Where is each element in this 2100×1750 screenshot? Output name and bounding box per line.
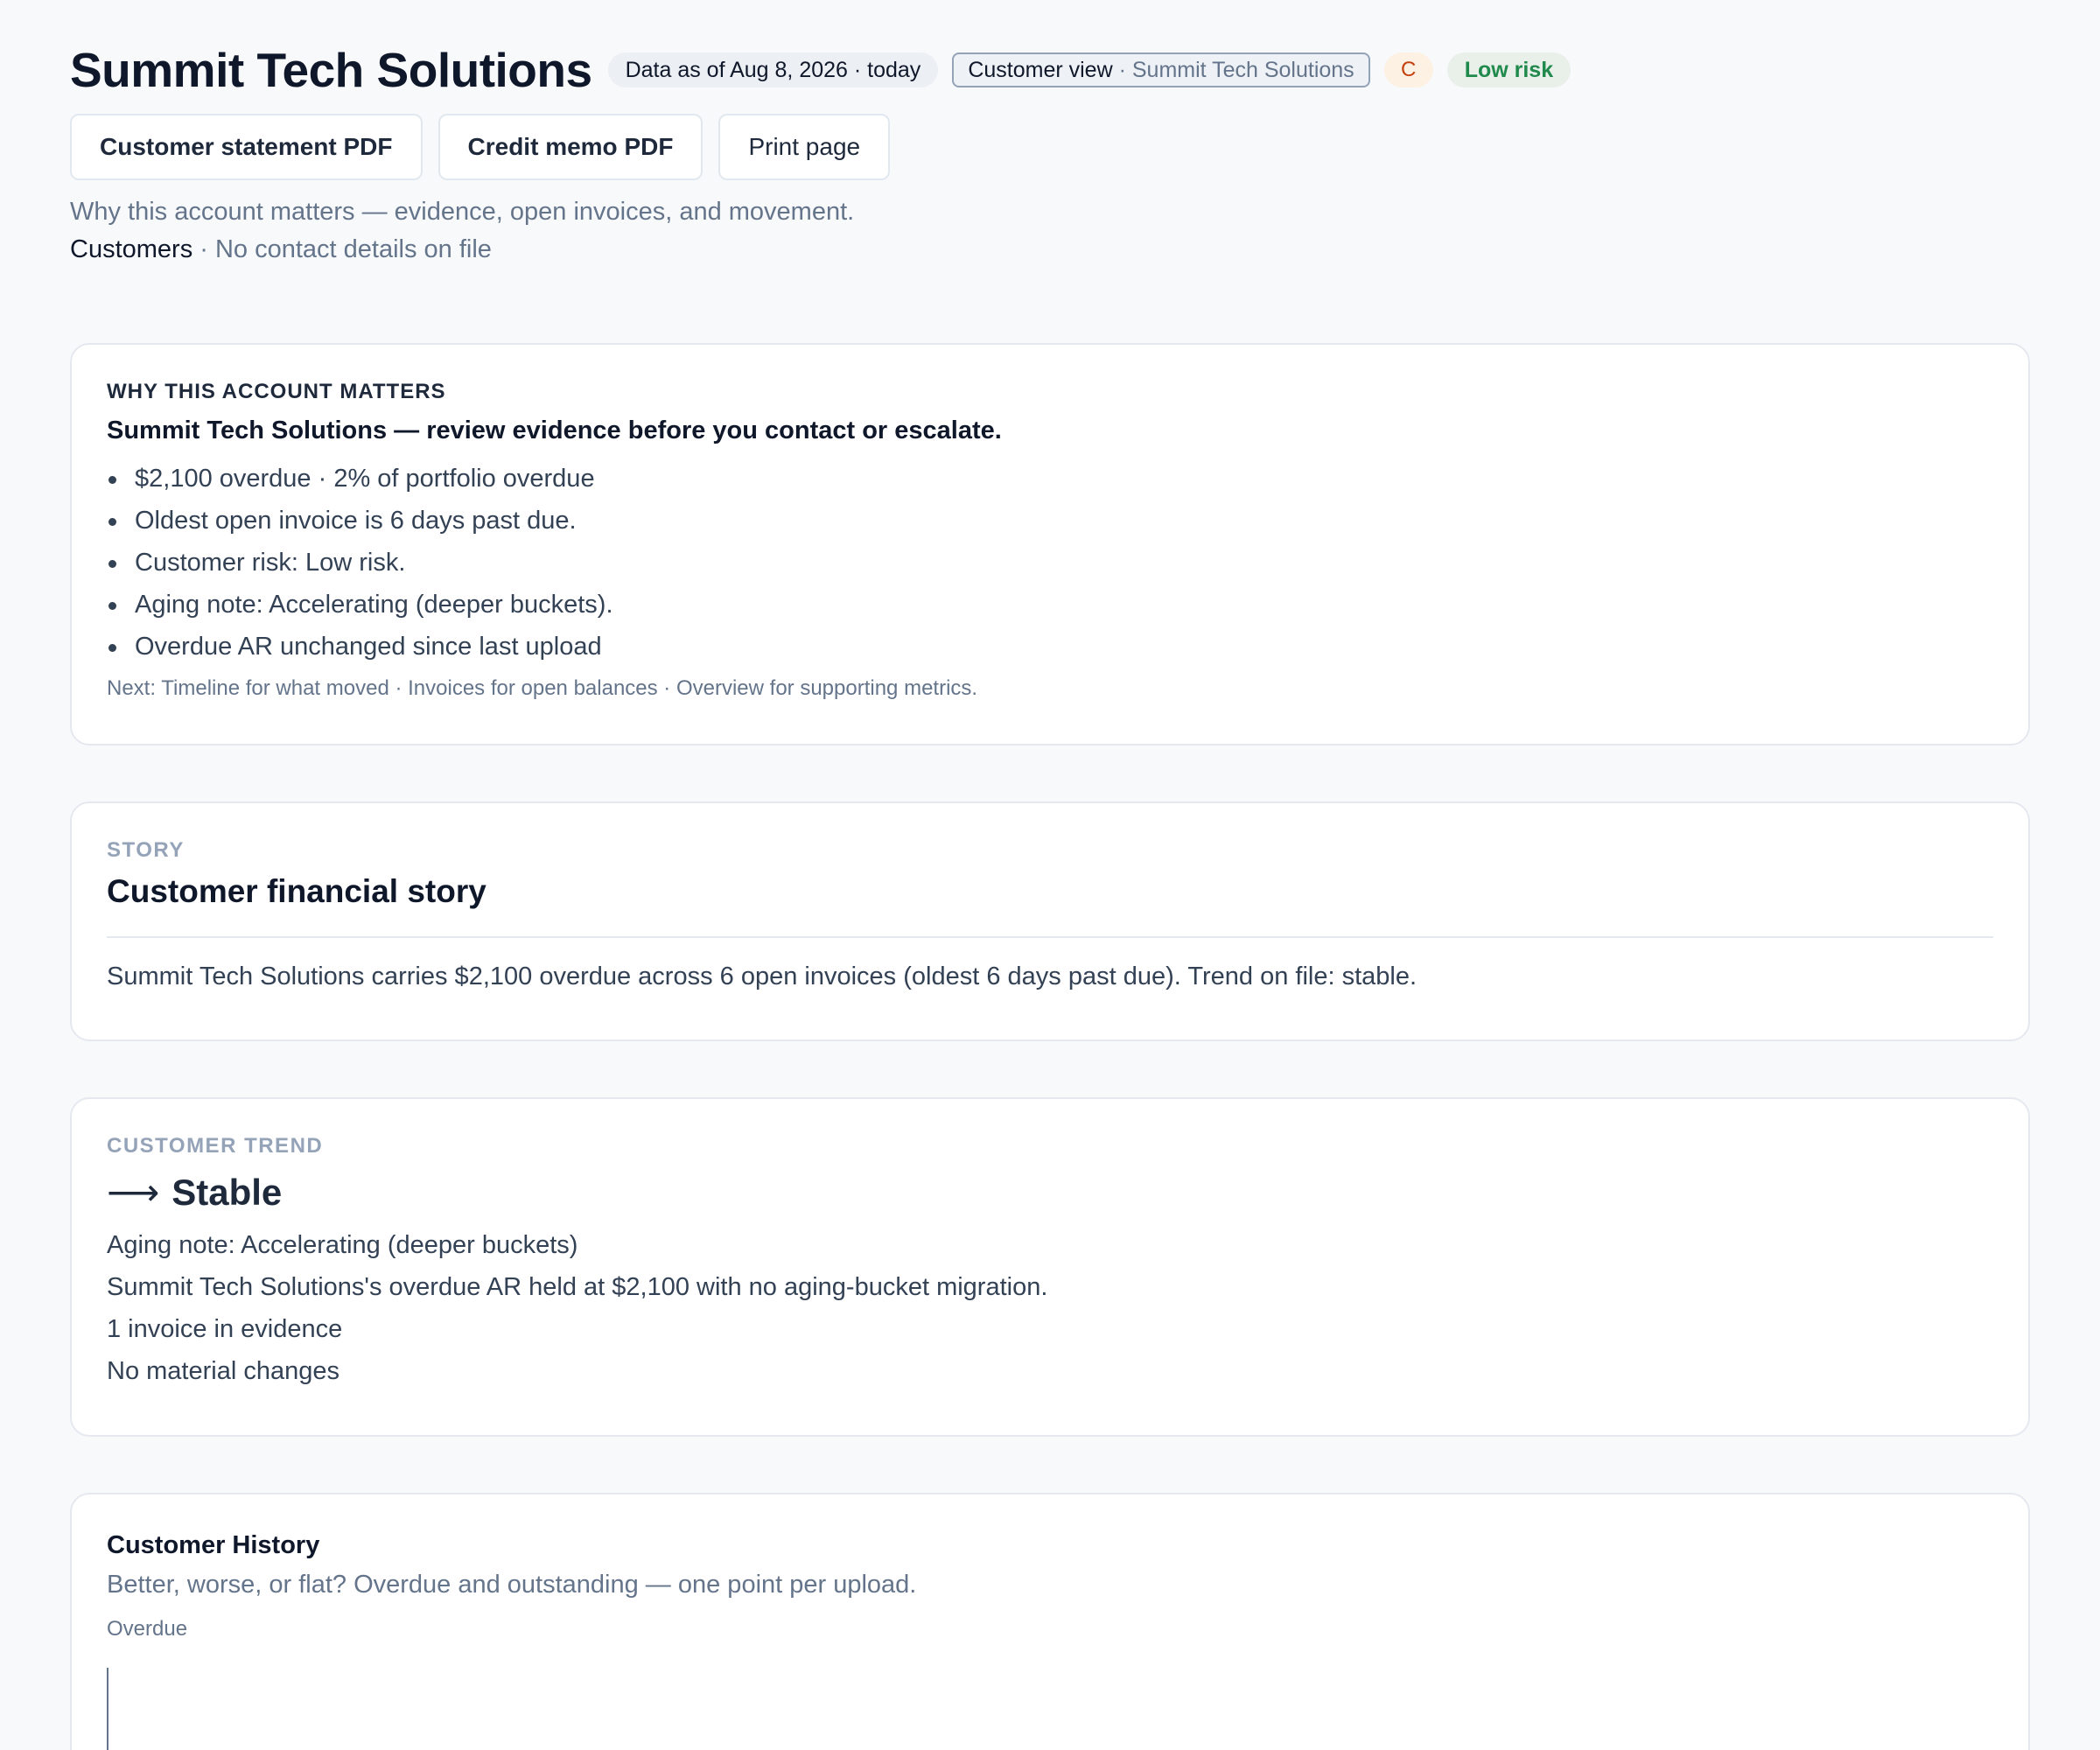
why-eyebrow: Why this account matters [107, 380, 446, 403]
breadcrumb-customers-link[interactable]: Customers [70, 235, 192, 263]
history-subtitle: Better, worse, or flat? Overdue and outs… [107, 1571, 917, 1599]
trend-details: Aging note: Accelerating (deeper buckets… [107, 1224, 1993, 1392]
history-chart [107, 1668, 108, 1750]
risk-badge: Low risk [1446, 52, 1572, 88]
why-list: $2,100 overdue · 2% of portfolio overdue… [107, 458, 1993, 668]
history-title: Customer History [107, 1531, 320, 1559]
why-next-steps: Next: Timeline for what moved · Invoices… [107, 676, 978, 700]
page-title: Summit Tech Solutions [70, 43, 592, 97]
trend-title: ⟶ Stable [107, 1171, 1993, 1214]
customer-view-name: · Summit Tech Solutions [1118, 57, 1354, 82]
trend-eyebrow: Customer trend [107, 1134, 324, 1158]
print-page-button[interactable]: Print page [718, 114, 891, 180]
credit-memo-pdf-button[interactable]: Credit memo PDF [438, 114, 704, 180]
arrow-right-icon: ⟶ [107, 1172, 160, 1213]
grade-badge: C [1383, 52, 1433, 88]
history-axis-label: Overdue [107, 1617, 188, 1641]
why-account-matters-card: Why this account matters Summit Tech Sol… [70, 343, 2030, 746]
list-item: Overdue AR unchanged since last upload [107, 626, 1993, 668]
data-as-of-badge: Data as of Aug 8, 2026 · today [607, 52, 939, 88]
story-eyebrow: Story [107, 838, 185, 862]
customer-history-card: Customer History Better, worse, or flat?… [70, 1493, 2030, 1750]
list-item: Aging note: Accelerating (deeper buckets… [107, 584, 1993, 626]
customer-view-badge[interactable]: Customer view · Summit Tech Solutions [952, 52, 1370, 88]
trend-summary: Summit Tech Solutions's overdue AR held … [107, 1273, 1048, 1301]
trend-changes: No material changes [107, 1357, 340, 1385]
why-heading: Summit Tech Solutions — review evidence … [107, 416, 1002, 444]
customer-view-label: Customer view [968, 57, 1113, 82]
list-item: Customer risk: Low risk. [107, 542, 1993, 584]
page-header: Summit Tech Solutions Data as of Aug 8, … [70, 42, 2030, 98]
action-toolbar: Customer statement PDF Credit memo PDF P… [70, 114, 2030, 180]
trend-aging-note: Aging note: Accelerating (deeper buckets… [107, 1231, 578, 1259]
contact-details-note: · No contact details on file [192, 235, 492, 263]
story-title: Customer financial story [107, 873, 486, 909]
list-item: $2,100 overdue · 2% of portfolio overdue [107, 458, 1993, 500]
breadcrumb: Customers · No contact details on file [70, 235, 2030, 264]
trend-status: Stable [172, 1171, 283, 1213]
story-card: Story Customer financial story Summit Te… [70, 802, 2030, 1041]
story-body: Summit Tech Solutions carries $2,100 ove… [107, 962, 1418, 990]
page-tagline: Why this account matters — evidence, ope… [70, 198, 855, 226]
trend-evidence-count: 1 invoice in evidence [107, 1315, 343, 1343]
customer-trend-card: Customer trend ⟶ Stable Aging note: Acce… [70, 1097, 2030, 1437]
list-item: Oldest open invoice is 6 days past due. [107, 500, 1993, 542]
customer-page: Summit Tech Solutions Data as of Aug 8, … [0, 0, 2100, 1750]
story-divider [107, 936, 1993, 938]
customer-statement-pdf-button[interactable]: Customer statement PDF [70, 114, 423, 180]
